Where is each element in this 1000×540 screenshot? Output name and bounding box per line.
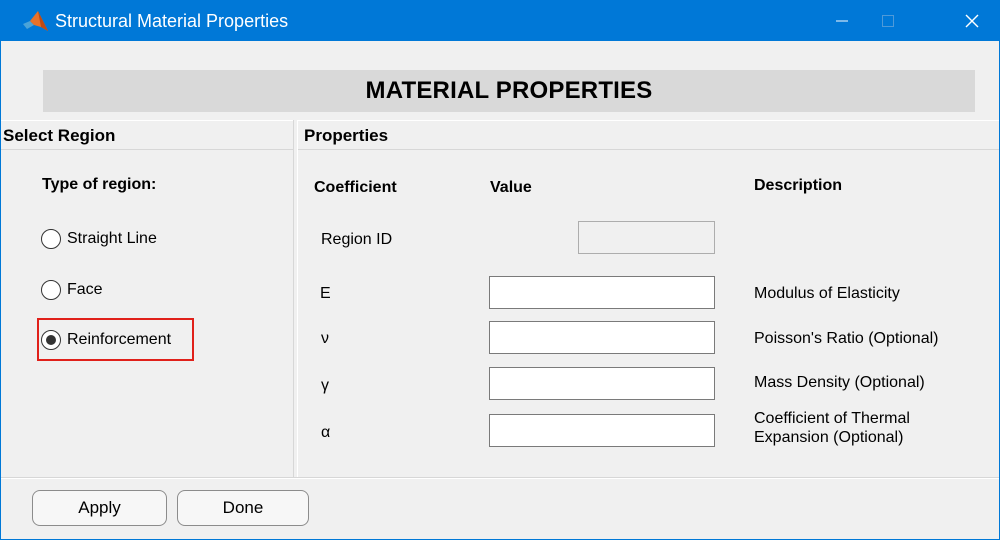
- radio-button[interactable]: [41, 280, 61, 300]
- region-id-field: [578, 221, 715, 254]
- footer-separator: [1, 477, 999, 479]
- column-header-description: Description: [754, 177, 843, 194]
- radio-straight-line[interactable]: Straight Line: [41, 225, 157, 253]
- description-mass-density: Mass Density (Optional): [754, 374, 925, 391]
- title-bar[interactable]: Structural Material Properties: [1, 1, 999, 41]
- thermal-expansion-input[interactable]: [489, 414, 715, 447]
- close-button[interactable]: [944, 1, 999, 41]
- maximize-icon: [882, 15, 894, 27]
- minimize-button[interactable]: [819, 1, 865, 41]
- select-region-header: Select Region: [1, 122, 293, 150]
- radio-label: Face: [67, 281, 103, 298]
- coefficient-nu: ν: [321, 330, 329, 347]
- maximize-button[interactable]: [865, 1, 911, 41]
- description-thermal-line2: Expansion (Optional): [754, 429, 904, 446]
- description-modulus: Modulus of Elasticity: [754, 285, 900, 302]
- modulus-input[interactable]: [489, 276, 715, 309]
- column-header-coefficient: Coefficient: [314, 179, 397, 196]
- column-header-value: Value: [490, 179, 532, 196]
- type-of-region-label: Type of region:: [42, 176, 157, 193]
- close-icon: [965, 14, 978, 28]
- done-button[interactable]: Done: [177, 490, 309, 526]
- radio-face[interactable]: Face: [41, 276, 103, 304]
- minimize-icon: [836, 20, 848, 22]
- dialog-window: Structural Material Properties MATERIAL …: [0, 0, 1000, 540]
- description-thermal-line1: Coefficient of Thermal: [754, 410, 910, 427]
- window-title: Structural Material Properties: [55, 11, 289, 31]
- mass-density-input[interactable]: [489, 367, 715, 400]
- apply-button[interactable]: Apply: [32, 490, 167, 526]
- radio-label: Straight Line: [67, 230, 157, 247]
- coefficient-region-id: Region ID: [321, 231, 393, 248]
- radio-button[interactable]: [41, 229, 61, 249]
- matlab-icon: [23, 11, 48, 31]
- description-poisson: Poisson's Ratio (Optional): [754, 330, 939, 347]
- coefficient-gamma: γ: [321, 377, 329, 394]
- coefficient-e: E: [320, 285, 331, 302]
- separator: [1, 120, 999, 121]
- properties-header: Properties: [298, 122, 999, 150]
- poisson-ratio-input[interactable]: [489, 321, 715, 354]
- banner-title: MATERIAL PROPERTIES: [43, 70, 975, 112]
- selection-highlight: [37, 318, 194, 361]
- coefficient-alpha: α: [321, 424, 331, 441]
- vertical-divider: [293, 120, 298, 478]
